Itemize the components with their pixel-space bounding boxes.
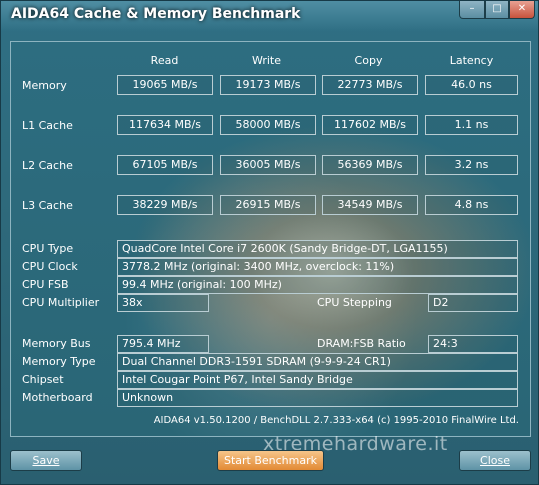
memory-write-value: 19173 MB/s — [220, 75, 316, 95]
l3-read-value: 38229 MB/s — [117, 195, 213, 215]
l2-read-value: 67105 MB/s — [117, 155, 213, 175]
cpu-fsb-value: 99.4 MHz (original: 100 MHz) — [117, 276, 518, 294]
row-label-l3: L3 Cache — [22, 199, 73, 212]
l2-latency-value: 3.2 ns — [425, 155, 518, 175]
cpu-clock-label: CPU Clock — [22, 260, 78, 273]
cpu-multiplier-label: CPU Multiplier — [22, 296, 100, 309]
motherboard-label: Motherboard — [22, 391, 93, 404]
row-label-memory: Memory — [22, 79, 67, 92]
memory-bus-value: 795.4 MHz — [117, 335, 209, 353]
cpu-type-value: QuadCore Intel Core i7 2600K (Sandy Brid… — [117, 240, 518, 258]
header-copy: Copy — [354, 54, 383, 67]
l3-latency-value: 4.8 ns — [425, 195, 518, 215]
row-label-l2: L2 Cache — [22, 159, 73, 172]
cpu-type-label: CPU Type — [22, 242, 74, 255]
title-bar: AIDA64 Cache & Memory Benchmark – □ ✕ — [1, 1, 538, 31]
dram-fsb-ratio-value: 24:3 — [428, 335, 518, 353]
chipset-value: Intel Cougar Point P67, Intel Sandy Brid… — [117, 371, 518, 389]
version-footer: AIDA64 v1.50.1200 / BenchDLL 2.7.333-x64… — [153, 415, 519, 426]
benchmark-window: AIDA64 Cache & Memory Benchmark – □ ✕ Re… — [0, 0, 539, 485]
memory-read-value: 19065 MB/s — [117, 75, 213, 95]
header-latency: Latency — [449, 54, 494, 67]
memory-latency-value: 46.0 ns — [425, 75, 518, 95]
l1-copy-value: 117602 MB/s — [322, 115, 418, 135]
cpu-fsb-label: CPU FSB — [22, 278, 69, 291]
chipset-label: Chipset — [22, 373, 64, 386]
memory-bus-label: Memory Bus — [22, 337, 91, 350]
cpu-multiplier-value: 38x — [117, 294, 209, 312]
l2-copy-value: 56369 MB/s — [322, 155, 418, 175]
start-benchmark-button[interactable]: Start Benchmark — [217, 450, 324, 471]
maximize-button[interactable]: □ — [485, 1, 509, 19]
cpu-stepping-label: CPU Stepping — [317, 296, 392, 309]
header-write: Write — [251, 54, 282, 67]
dram-fsb-ratio-label: DRAM:FSB Ratio — [317, 337, 406, 350]
l1-read-value: 117634 MB/s — [117, 115, 213, 135]
cpu-clock-value: 3778.2 MHz (original: 3400 MHz, overcloc… — [117, 258, 518, 276]
l2-write-value: 36005 MB/s — [220, 155, 316, 175]
minimize-button[interactable]: – — [459, 1, 485, 19]
row-label-l1: L1 Cache — [22, 119, 73, 132]
save-button[interactable]: Save — [10, 450, 82, 471]
l3-copy-value: 34549 MB/s — [322, 195, 418, 215]
cpu-stepping-value: D2 — [428, 294, 518, 312]
header-read: Read — [150, 54, 179, 67]
close-window-button[interactable]: ✕ — [509, 1, 535, 19]
l3-write-value: 26915 MB/s — [220, 195, 316, 215]
memory-type-label: Memory Type — [22, 355, 96, 368]
memory-copy-value: 22773 MB/s — [322, 75, 418, 95]
memory-type-value: Dual Channel DDR3-1591 SDRAM (9-9-9-24 C… — [117, 353, 518, 371]
l1-write-value: 58000 MB/s — [220, 115, 316, 135]
l1-latency-value: 1.1 ns — [425, 115, 518, 135]
motherboard-value: Unknown — [117, 389, 518, 407]
window-title: AIDA64 Cache & Memory Benchmark — [11, 6, 301, 22]
close-button[interactable]: Close — [459, 450, 531, 471]
